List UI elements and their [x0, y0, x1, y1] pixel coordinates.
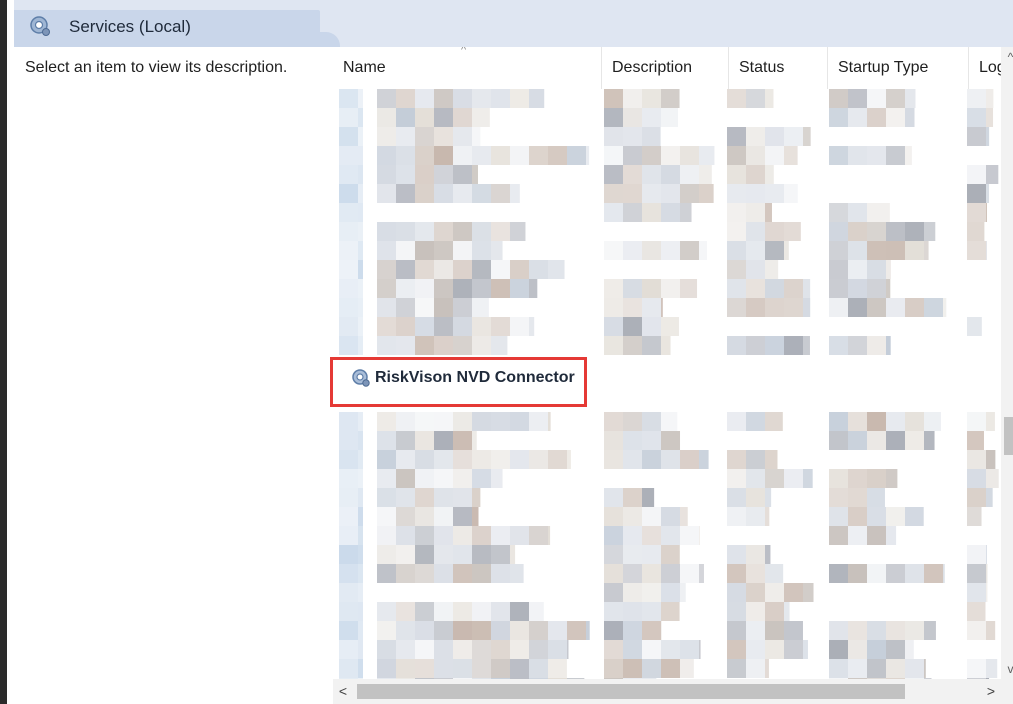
- service-row-riskvison-nvd-connector[interactable]: RiskVison NVD Connector: [341, 359, 584, 391]
- service-name: RiskVison NVD Connector: [375, 369, 575, 386]
- scroll-up-icon[interactable]: ^: [1001, 47, 1013, 67]
- scroll-right-icon[interactable]: >: [981, 679, 1001, 704]
- column-header-log-on-as[interactable]: Log: [969, 47, 1001, 89]
- column-header-log-label: Log: [979, 59, 1001, 76]
- services-window: Services (Local) Select an item to view …: [0, 0, 1013, 704]
- header-title: Services (Local): [69, 17, 191, 36]
- column-header-description-label: Description: [612, 59, 693, 76]
- column-header-name[interactable]: Name ^: [333, 47, 601, 89]
- vertical-scrollbar[interactable]: ^ v: [1001, 47, 1013, 679]
- header-bar: Services (Local): [14, 0, 1013, 47]
- scrollbar-corner: [1001, 679, 1013, 704]
- sort-ascending-icon: ^: [461, 47, 467, 56]
- services-list[interactable]: Name ^ Description Status Startup Type L…: [333, 47, 1013, 704]
- service-gear-icon: [352, 369, 370, 387]
- scroll-down-icon[interactable]: v: [1001, 659, 1013, 679]
- scroll-left-icon[interactable]: <: [333, 679, 353, 704]
- description-text: Select an item to view its description.: [25, 59, 288, 76]
- column-header-description[interactable]: Description: [602, 47, 728, 89]
- header-tab-curve: [320, 32, 340, 47]
- column-header-status[interactable]: Status: [729, 47, 827, 89]
- column-header-name-label: Name: [343, 59, 386, 76]
- description-pane: Select an item to view its description.: [14, 47, 330, 704]
- service-rows[interactable]: RiskVison NVD Connector: [333, 89, 1001, 679]
- column-header-startup-type-label: Startup Type: [838, 59, 929, 76]
- column-header-status-label: Status: [739, 59, 785, 76]
- vertical-scroll-thumb[interactable]: [1004, 417, 1013, 455]
- horizontal-scroll-thumb[interactable]: [357, 684, 905, 699]
- horizontal-scrollbar[interactable]: < >: [333, 679, 1001, 704]
- services-gear-icon: [30, 16, 50, 36]
- column-headers: Name ^ Description Status Startup Type L…: [333, 47, 1001, 89]
- column-header-startup-type[interactable]: Startup Type: [828, 47, 968, 89]
